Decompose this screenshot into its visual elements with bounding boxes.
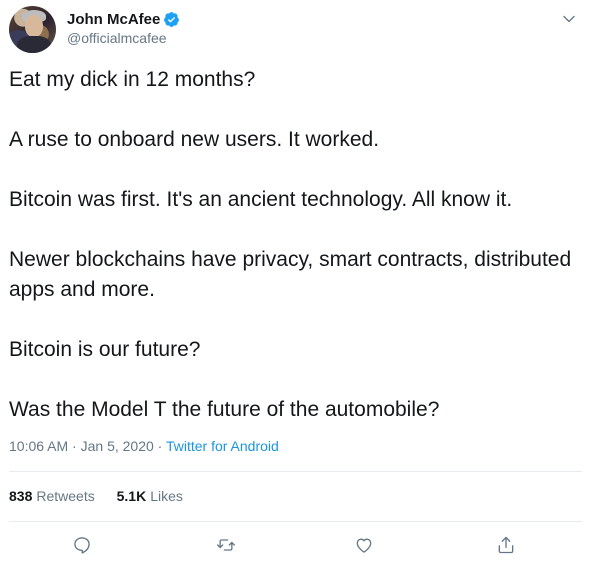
avatar[interactable] bbox=[9, 6, 56, 53]
avatar-face bbox=[25, 15, 43, 37]
tweet-paragraph: Newer blockchains have privacy, smart co… bbox=[9, 248, 572, 301]
tweet-paragraph: Bitcoin was first. It's an ancient techn… bbox=[9, 188, 513, 211]
divider bbox=[9, 471, 582, 472]
display-name[interactable]: John McAfee bbox=[67, 11, 160, 28]
likes-count: 5.1K bbox=[116, 488, 147, 504]
tweet-source-link[interactable]: Twitter for Android bbox=[166, 438, 279, 454]
name-row: John McAfee bbox=[67, 9, 180, 29]
tweet-meta: 10:06 AM · Jan 5, 2020 · Twitter for And… bbox=[9, 438, 279, 454]
tweet-stats: 838 Retweets 5.1K Likes bbox=[9, 488, 201, 504]
chevron-down-icon[interactable] bbox=[562, 12, 576, 26]
meta-separator: · bbox=[153, 438, 166, 454]
retweets-count: 838 bbox=[9, 488, 33, 504]
tweet-card: John McAfee @officialmcafee Eat my dick … bbox=[0, 0, 591, 565]
likes-stat[interactable]: 5.1K Likes bbox=[117, 488, 183, 504]
tweet-header: John McAfee @officialmcafee bbox=[9, 6, 584, 54]
reply-button[interactable] bbox=[72, 535, 94, 557]
divider bbox=[9, 521, 582, 522]
share-button[interactable] bbox=[496, 535, 518, 557]
retweets-stat[interactable]: 838 Retweets bbox=[9, 488, 95, 504]
heart-icon bbox=[356, 538, 372, 553]
likes-label: Likes bbox=[150, 488, 183, 504]
verified-badge-icon bbox=[164, 11, 180, 27]
tweet-time[interactable]: 10:06 AM bbox=[9, 438, 68, 454]
retweets-label: Retweets bbox=[36, 488, 95, 504]
like-button[interactable] bbox=[354, 535, 376, 557]
tweet-paragraph: Was the Model T the future of the automo… bbox=[9, 398, 440, 421]
retweet-button[interactable] bbox=[216, 535, 238, 557]
tweet-paragraph: A ruse to onboard new users. It worked. bbox=[9, 128, 380, 151]
tweet-paragraph: Bitcoin is our future? bbox=[9, 338, 201, 361]
tweet-date[interactable]: Jan 5, 2020 bbox=[81, 438, 154, 454]
retweet-icon bbox=[217, 539, 235, 551]
avatar-body bbox=[17, 36, 51, 53]
handle[interactable]: @officialmcafee bbox=[67, 30, 167, 46]
reply-icon bbox=[74, 537, 90, 554]
tweet-text: Eat my dick in 12 months? A ruse to onbo… bbox=[9, 65, 581, 425]
share-icon bbox=[498, 536, 514, 554]
tweet-actions bbox=[0, 535, 591, 557]
meta-separator: · bbox=[68, 438, 81, 454]
tweet-paragraph: Eat my dick in 12 months? bbox=[9, 68, 256, 91]
